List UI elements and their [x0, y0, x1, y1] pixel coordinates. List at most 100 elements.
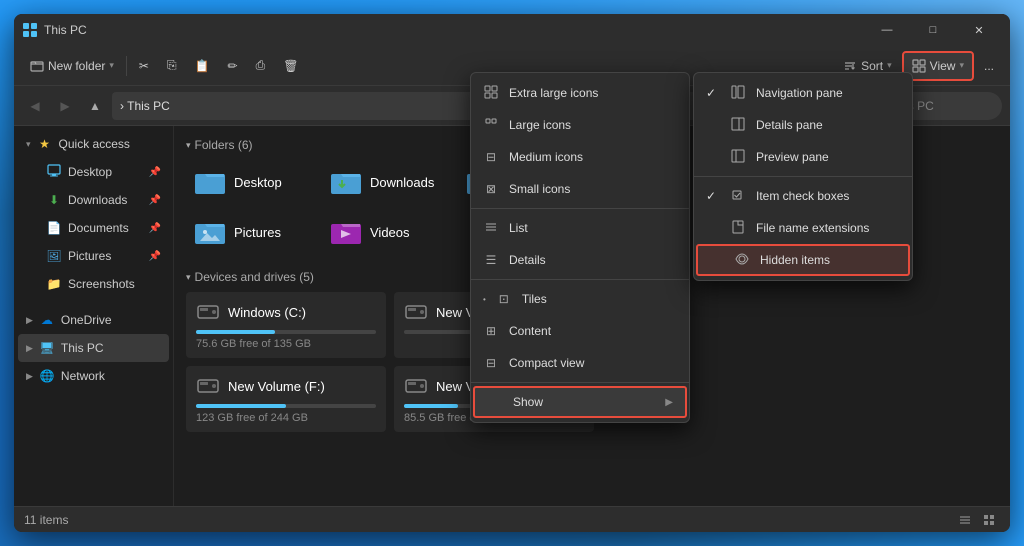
sidebar-item-screenshots[interactable]: 📁 Screenshots — [18, 270, 169, 298]
cut-button[interactable]: ✂ — [131, 51, 157, 81]
rename-button[interactable]: ✏ — [220, 51, 246, 81]
maximize-button[interactable]: □ — [910, 14, 956, 46]
sidebar-this-pc-label: This PC — [61, 341, 104, 355]
menu-show-label: Show — [513, 395, 543, 409]
share-button[interactable]: ⎙ — [248, 51, 274, 81]
folder-pictures[interactable]: Pictures — [186, 210, 316, 254]
sidebar-pictures-label: Pictures — [68, 249, 111, 263]
copy-button[interactable]: ⎘ — [159, 51, 185, 81]
new-folder-button[interactable]: New folder ▾ — [22, 51, 122, 81]
drive-f-name: New Volume (F:) — [228, 379, 325, 394]
sidebar-desktop-label: Desktop — [68, 165, 112, 179]
menu-list-label: List — [509, 221, 528, 235]
drive-f[interactable]: New Volume (F:) 123 GB free of 244 GB — [186, 366, 386, 432]
network-chevron: ▶ — [26, 371, 33, 382]
menu-extra-large-icons[interactable]: Extra large icons — [471, 77, 689, 109]
menu-small-icons-label: Small icons — [509, 182, 570, 196]
close-button[interactable]: ✕ — [956, 14, 1002, 46]
desktop-pin: 📌 — [149, 167, 161, 178]
menu-compact-view-label: Compact view — [509, 356, 584, 370]
drive-c-header: Windows (C:) — [196, 300, 376, 324]
sidebar-item-pictures[interactable]: 🖼 Pictures 📌 — [18, 242, 169, 270]
menu-compact-view[interactable]: ⊟ Compact view — [471, 347, 689, 379]
pictures-pin: 📌 — [149, 251, 161, 262]
folder-desktop[interactable]: Desktop — [186, 160, 316, 204]
submenu-hidden-items-label: Hidden items — [760, 253, 830, 267]
menu-tiles[interactable]: • ⊡ Tiles — [471, 283, 689, 315]
onedrive-chevron: ▶ — [26, 315, 33, 326]
grid-view-button[interactable] — [978, 510, 1000, 530]
tiles-icon: ⊡ — [496, 292, 512, 306]
menu-medium-icons-label: Medium icons — [509, 150, 583, 164]
sidebar-item-quick-access-label: Quick access — [59, 137, 130, 151]
up-button[interactable]: ▲ — [82, 93, 108, 119]
sidebar: ▾ ★ Quick access Desktop 📌 ⬇ Downloads 📌… — [14, 126, 174, 506]
new-folder-chevron: ▾ — [109, 60, 114, 71]
minimize-button[interactable]: — — [864, 14, 910, 46]
menu-content[interactable]: ⊞ Content — [471, 315, 689, 347]
sidebar-item-this-pc[interactable]: ▶ 🖥 This PC — [18, 334, 169, 362]
large-icons-icon — [483, 117, 499, 134]
window-title: This PC — [44, 23, 864, 37]
submenu-navigation-pane[interactable]: ✓ Navigation pane — [694, 77, 912, 109]
drive-c-icon — [196, 300, 220, 324]
back-button[interactable]: ◀ — [22, 93, 48, 119]
folder-downloads[interactable]: Downloads — [322, 160, 452, 204]
drive-e-bar-fill — [404, 404, 458, 408]
submenu-file-name-extensions[interactable]: ✓ File name extensions — [694, 212, 912, 244]
statusbar: 11 items — [14, 506, 1010, 532]
list-icon — [483, 220, 499, 237]
submenu-item-check-boxes[interactable]: ✓ Item check boxes — [694, 180, 912, 212]
drive-f-bar-bg — [196, 404, 376, 408]
sidebar-network-label: Network — [61, 369, 105, 383]
menu-large-icons[interactable]: Large icons — [471, 109, 689, 141]
desktop-icon — [46, 164, 62, 181]
hidden-items-icon — [734, 252, 750, 269]
preview-pane-icon — [730, 149, 746, 166]
drive-c-info: 75.6 GB free of 135 GB — [196, 338, 376, 350]
folder-pictures-label: Pictures — [234, 225, 281, 240]
sidebar-item-documents[interactable]: 📄 Documents 📌 — [18, 214, 169, 242]
downloads-icon: ⬇ — [46, 193, 62, 207]
menu-show[interactable]: Show ▶ — [473, 386, 687, 418]
window-icon — [22, 22, 38, 38]
sidebar-item-quick-access[interactable]: ▾ ★ Quick access — [18, 130, 169, 158]
item-check-icon — [730, 188, 746, 205]
item-count: 11 items — [24, 513, 68, 527]
submenu-sep-1 — [694, 176, 912, 177]
submenu-details-pane-label: Details pane — [756, 118, 823, 132]
submenu-details-pane[interactable]: ✓ Details pane — [694, 109, 912, 141]
sidebar-item-desktop[interactable]: Desktop 📌 — [18, 158, 169, 186]
menu-medium-icons[interactable]: ⊟ Medium icons — [471, 141, 689, 173]
menu-tiles-label: Tiles — [522, 292, 547, 306]
drive-c[interactable]: Windows (C:) 75.6 GB free of 135 GB — [186, 292, 386, 358]
sort-label: Sort — [861, 59, 883, 73]
delete-button[interactable]: 🗑 — [275, 51, 306, 81]
window-controls: — □ ✕ — [864, 14, 1002, 46]
new-folder-icon — [30, 59, 44, 73]
folder-videos[interactable]: Videos — [322, 210, 452, 254]
menu-details-label: Details — [509, 253, 546, 267]
sidebar-item-onedrive[interactable]: ▶ ☁ OneDrive — [18, 306, 169, 334]
drive-c-bar-bg — [196, 330, 376, 334]
drive-e-icon — [404, 374, 428, 398]
sidebar-documents-label: Documents — [68, 221, 129, 235]
more-label: ... — [984, 59, 994, 73]
paste-button[interactable]: 📋 — [187, 51, 218, 81]
sidebar-item-downloads[interactable]: ⬇ Downloads 📌 — [18, 186, 169, 214]
menu-small-icons[interactable]: ⊠ Small icons — [471, 173, 689, 205]
new-folder-label: New folder — [48, 59, 105, 73]
documents-icon: 📄 — [46, 221, 62, 235]
submenu-preview-pane[interactable]: ✓ Preview pane — [694, 141, 912, 173]
item-check-boxes-check: ✓ — [706, 189, 720, 203]
forward-button[interactable]: ▶ — [52, 93, 78, 119]
menu-list[interactable]: List — [471, 212, 689, 244]
more-button[interactable]: ... — [976, 51, 1002, 81]
drive-d-icon — [404, 300, 428, 324]
menu-details[interactable]: ☰ Details — [471, 244, 689, 276]
view-dropdown-menu: Extra large icons Large icons ⊟ Medium i… — [470, 72, 690, 423]
submenu-hidden-items[interactable]: ✓ Hidden items — [696, 244, 910, 276]
drive-c-name: Windows (C:) — [228, 305, 306, 320]
sidebar-item-network[interactable]: ▶ 🌐 Network — [18, 362, 169, 390]
list-view-button[interactable] — [954, 510, 976, 530]
